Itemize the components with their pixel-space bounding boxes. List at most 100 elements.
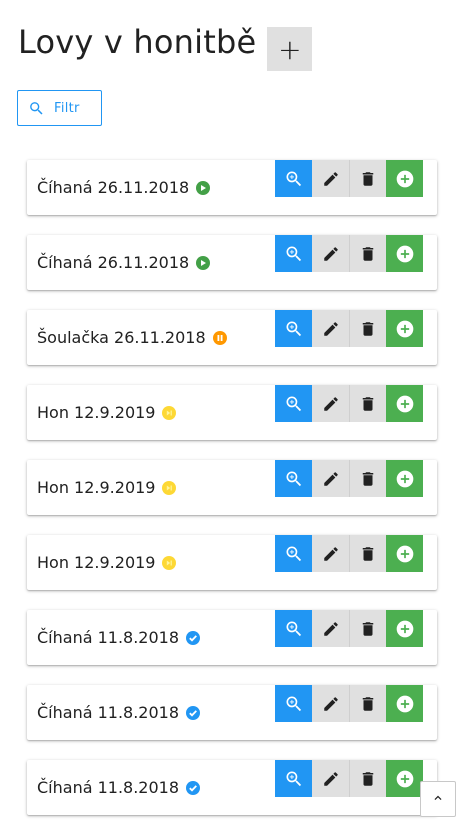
page-title: Lovy v honitbě (18, 23, 257, 61)
hunt-detail-button[interactable] (275, 310, 312, 347)
hunt-card: Hon 12.9.2019 (27, 385, 437, 440)
filter-button[interactable]: Filtr (17, 90, 102, 126)
hunt-edit-button[interactable] (312, 460, 349, 497)
skip-circle-icon (162, 556, 177, 570)
hunt-add-button[interactable] (386, 610, 423, 647)
hunt-add-button[interactable] (386, 385, 423, 422)
add-hunt-button[interactable]: + (267, 27, 313, 71)
hunt-add-button[interactable] (386, 160, 423, 197)
hunt-add-button[interactable] (386, 760, 423, 797)
hunt-title-text: Číhaná 11.8.2018 (37, 778, 180, 797)
trash-icon (359, 170, 377, 188)
hunt-edit-button[interactable] (312, 610, 349, 647)
hunt-detail-button[interactable] (275, 460, 312, 497)
hunt-detail-button[interactable] (275, 160, 312, 197)
zoom-in-icon (284, 319, 304, 339)
hunt-edit-button[interactable] (312, 535, 349, 572)
hunt-actions (275, 310, 423, 347)
hunt-add-button[interactable] (386, 685, 423, 722)
play-circle-icon (196, 256, 211, 270)
hunt-actions (275, 460, 423, 497)
hunt-detail-button[interactable] (275, 535, 312, 572)
filter-label: Filtr (54, 100, 80, 116)
hunt-title: Šoulačka 26.11.2018 (37, 328, 227, 348)
hunt-delete-button[interactable] (349, 235, 386, 272)
hunt-card: Číhaná 11.8.2018 (27, 685, 437, 740)
hunt-edit-button[interactable] (312, 235, 349, 272)
hunt-list: Číhaná 26.11.2018 Číhaná 26.11.2018 Šoul… (27, 160, 437, 835)
hunt-detail-button[interactable] (275, 760, 312, 797)
hunt-card: Číhaná 11.8.2018 (27, 610, 437, 665)
hunt-title: Hon 12.9.2019 (37, 553, 177, 573)
zoom-in-icon (284, 469, 304, 489)
hunt-delete-button[interactable] (349, 310, 386, 347)
hunt-delete-button[interactable] (349, 685, 386, 722)
hunt-actions (275, 760, 423, 797)
trash-icon (359, 620, 377, 638)
hunt-title: Číhaná 11.8.2018 (37, 703, 201, 723)
pencil-icon (322, 245, 340, 263)
plus-circle-icon (395, 769, 415, 789)
skip-circle-icon (162, 406, 177, 420)
hunt-add-button[interactable] (386, 460, 423, 497)
play-circle-icon (196, 181, 211, 195)
plus-circle-icon (395, 694, 415, 714)
hunt-detail-button[interactable] (275, 610, 312, 647)
plus-circle-icon (395, 394, 415, 414)
hunt-actions (275, 385, 423, 422)
hunt-actions (275, 160, 423, 197)
hunt-edit-button[interactable] (312, 760, 349, 797)
hunt-delete-button[interactable] (349, 535, 386, 572)
hunt-title-text: Číhaná 26.11.2018 (37, 178, 190, 197)
pencil-icon (322, 470, 340, 488)
pencil-icon (322, 395, 340, 413)
hunt-delete-button[interactable] (349, 385, 386, 422)
hunt-title: Číhaná 26.11.2018 (37, 178, 211, 198)
hunt-title-text: Číhaná 11.8.2018 (37, 628, 180, 647)
hunt-title: Hon 12.9.2019 (37, 478, 177, 498)
hunt-card: Šoulačka 26.11.2018 (27, 310, 437, 365)
hunt-title-text: Číhaná 11.8.2018 (37, 703, 180, 722)
hunt-add-button[interactable] (386, 235, 423, 272)
zoom-in-icon (284, 394, 304, 414)
hunt-delete-button[interactable] (349, 610, 386, 647)
hunt-edit-button[interactable] (312, 160, 349, 197)
hunt-card: Číhaná 26.11.2018 (27, 160, 437, 215)
trash-icon (359, 320, 377, 338)
hunt-title-text: Šoulačka 26.11.2018 (37, 328, 206, 347)
plus-circle-icon (395, 469, 415, 489)
hunt-delete-button[interactable] (349, 760, 386, 797)
trash-icon (359, 470, 377, 488)
hunt-actions (275, 685, 423, 722)
hunt-delete-button[interactable] (349, 160, 386, 197)
hunt-card: Číhaná 11.8.2018 (27, 760, 437, 815)
pencil-icon (322, 170, 340, 188)
pencil-icon (322, 320, 340, 338)
hunt-add-button[interactable] (386, 535, 423, 572)
hunt-title: Číhaná 11.8.2018 (37, 628, 201, 648)
hunt-title-text: Číhaná 26.11.2018 (37, 253, 190, 272)
page-header: Lovy v honitbě + (18, 22, 313, 71)
hunt-add-button[interactable] (386, 310, 423, 347)
check-circle-icon (186, 781, 201, 795)
hunt-edit-button[interactable] (312, 310, 349, 347)
hunt-delete-button[interactable] (349, 460, 386, 497)
pencil-icon (322, 545, 340, 563)
hunt-actions (275, 235, 423, 272)
hunt-edit-button[interactable] (312, 685, 349, 722)
hunt-detail-button[interactable] (275, 385, 312, 422)
hunt-title-text: Hon 12.9.2019 (37, 403, 156, 422)
hunt-edit-button[interactable] (312, 385, 349, 422)
hunt-title-text: Hon 12.9.2019 (37, 553, 156, 572)
hunt-card: Číhaná 26.11.2018 (27, 235, 437, 290)
plus-circle-icon (395, 319, 415, 339)
hunt-actions (275, 535, 423, 572)
check-circle-icon (186, 706, 201, 720)
scroll-to-top-button[interactable] (420, 781, 456, 817)
chevron-up-icon (431, 790, 445, 809)
hunt-title: Číhaná 11.8.2018 (37, 778, 201, 798)
trash-icon (359, 395, 377, 413)
hunt-detail-button[interactable] (275, 235, 312, 272)
hunt-detail-button[interactable] (275, 685, 312, 722)
zoom-in-icon (284, 619, 304, 639)
